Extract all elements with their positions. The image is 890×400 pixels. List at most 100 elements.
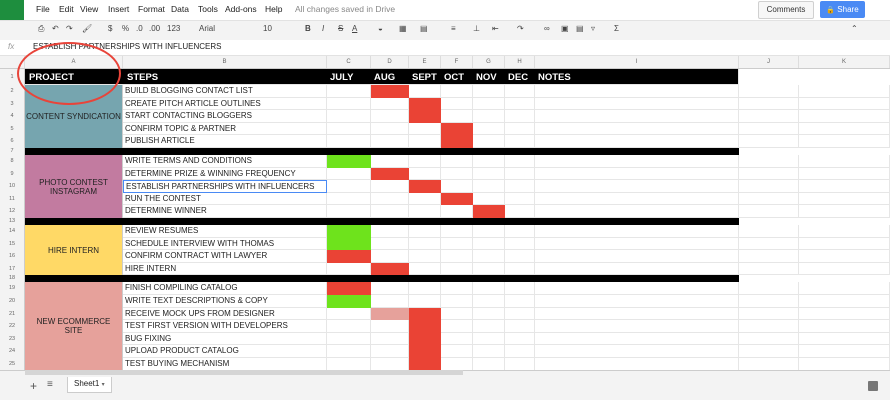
- paint-format-icon[interactable]: 🖌: [82, 24, 92, 33]
- explore-icon[interactable]: [868, 381, 878, 391]
- row-number[interactable]: 10: [0, 180, 25, 193]
- grid-cell[interactable]: [505, 225, 535, 238]
- timeline-bar[interactable]: [409, 345, 441, 358]
- grid-cell[interactable]: [505, 167, 535, 181]
- row-number[interactable]: 18: [0, 275, 25, 283]
- step-cell[interactable]: HIRE INTERN: [123, 262, 327, 276]
- column-header-b[interactable]: B: [123, 56, 327, 68]
- grid-cell[interactable]: [799, 295, 890, 308]
- grid-cell[interactable]: [739, 320, 799, 333]
- grid-cell[interactable]: [473, 135, 505, 148]
- grid-cell[interactable]: [739, 345, 799, 358]
- project-cell[interactable]: PHOTO CONTEST INSTAGRAM: [25, 155, 123, 218]
- comments-button[interactable]: Comments: [758, 1, 814, 19]
- grid-cell[interactable]: [535, 262, 739, 276]
- grid-cell[interactable]: [799, 192, 890, 206]
- grid-cell[interactable]: [535, 225, 739, 238]
- increase-decimal-button[interactable]: .00: [149, 24, 160, 33]
- grid-cell[interactable]: [441, 295, 473, 308]
- row-number[interactable]: 14: [0, 225, 25, 238]
- row-number[interactable]: 21: [0, 307, 25, 321]
- timeline-bar[interactable]: [327, 237, 371, 251]
- grid-cell[interactable]: [505, 250, 535, 263]
- grid-cell[interactable]: [739, 167, 799, 181]
- grid-cell[interactable]: [799, 180, 890, 193]
- timeline-bar[interactable]: [409, 332, 441, 346]
- menu-item-help[interactable]: Help: [265, 4, 282, 14]
- spreadsheet-grid[interactable]: ABCDEFGHIJK 1 PROJECT STEPS JULY AUG SEPT OCT N…: [0, 56, 890, 370]
- bold-button[interactable]: B: [305, 24, 311, 33]
- grid-cell[interactable]: [739, 192, 799, 206]
- grid-cell[interactable]: [441, 155, 473, 168]
- grid-cell[interactable]: [473, 192, 505, 206]
- timeline-bar[interactable]: [327, 282, 371, 295]
- grid-cell[interactable]: [535, 332, 739, 346]
- grid-cell[interactable]: [473, 282, 505, 295]
- column-header-i[interactable]: I: [535, 56, 739, 68]
- grid-cell[interactable]: [371, 205, 409, 218]
- timeline-bar[interactable]: [409, 180, 441, 193]
- grid-cell[interactable]: [535, 358, 739, 370]
- grid-cell[interactable]: [327, 205, 371, 218]
- grid-cell[interactable]: [739, 295, 799, 308]
- timeline-bar[interactable]: [371, 85, 409, 98]
- more-formats-button[interactable]: 123: [167, 24, 180, 33]
- grid-cell[interactable]: [535, 110, 739, 123]
- row-number[interactable]: 7: [0, 148, 25, 155]
- menu-item-file[interactable]: File: [36, 4, 50, 14]
- grid-cell[interactable]: [799, 358, 890, 370]
- timeline-bar[interactable]: [371, 262, 409, 276]
- currency-button[interactable]: $: [108, 24, 112, 33]
- column-header-f[interactable]: F: [441, 56, 473, 68]
- header-steps[interactable]: STEPS: [127, 72, 158, 83]
- column-header-g[interactable]: G: [473, 56, 505, 68]
- timeline-bar[interactable]: [409, 358, 441, 370]
- menu-item-data[interactable]: Data: [171, 4, 189, 14]
- grid-cell[interactable]: [371, 135, 409, 148]
- formula-input[interactable]: ESTABLISH PARTNERSHIPS WITH INFLUENCERS: [33, 42, 221, 51]
- grid-cell[interactable]: [473, 345, 505, 358]
- grid-cell[interactable]: [739, 358, 799, 370]
- grid-cell[interactable]: [371, 225, 409, 238]
- grid-cell[interactable]: [409, 167, 441, 181]
- column-header-a[interactable]: A: [25, 56, 123, 68]
- grid-cell[interactable]: [799, 307, 890, 321]
- column-header-h[interactable]: H: [505, 56, 535, 68]
- grid-cell[interactable]: [327, 262, 371, 276]
- grid-cell[interactable]: [505, 345, 535, 358]
- grid-cell[interactable]: [409, 237, 441, 251]
- grid-cell[interactable]: [535, 155, 739, 168]
- grid-cell[interactable]: [739, 250, 799, 263]
- grid-cell[interactable]: [535, 122, 739, 136]
- timeline-bar[interactable]: [327, 295, 371, 308]
- row-number[interactable]: 22: [0, 320, 25, 333]
- grid-cell[interactable]: [441, 225, 473, 238]
- grid-cell[interactable]: [505, 237, 535, 251]
- grid-cell[interactable]: [739, 307, 799, 321]
- grid-cell[interactable]: [799, 345, 890, 358]
- grid-cell[interactable]: [473, 110, 505, 123]
- corner-cell[interactable]: [0, 56, 25, 68]
- grid-cell[interactable]: [505, 192, 535, 206]
- grid-cell[interactable]: [535, 205, 739, 218]
- step-cell[interactable]: TEST FIRST VERSION WITH DEVELOPERS: [123, 320, 327, 333]
- grid-cell[interactable]: [505, 332, 535, 346]
- grid-cell[interactable]: [739, 85, 799, 98]
- sheets-logo-icon[interactable]: [0, 0, 24, 20]
- grid-cell[interactable]: [441, 110, 473, 123]
- column-header-k[interactable]: K: [799, 56, 890, 68]
- row-number[interactable]: 20: [0, 295, 25, 308]
- row-number[interactable]: 16: [0, 250, 25, 263]
- timeline-bar[interactable]: [371, 307, 409, 321]
- sheet-list-icon[interactable]: ≡: [47, 379, 53, 390]
- grid-cell[interactable]: [739, 155, 799, 168]
- borders-icon[interactable]: ▦: [399, 24, 407, 33]
- grid-cell[interactable]: [371, 122, 409, 136]
- grid-cell[interactable]: [535, 237, 739, 251]
- row-number[interactable]: 6: [0, 135, 25, 148]
- step-cell[interactable]: PUBLISH ARTICLE: [123, 135, 327, 148]
- grid-cell[interactable]: [409, 282, 441, 295]
- text-color-button[interactable]: A: [352, 24, 357, 33]
- grid-cell[interactable]: [799, 237, 890, 251]
- timeline-bar[interactable]: [441, 192, 473, 206]
